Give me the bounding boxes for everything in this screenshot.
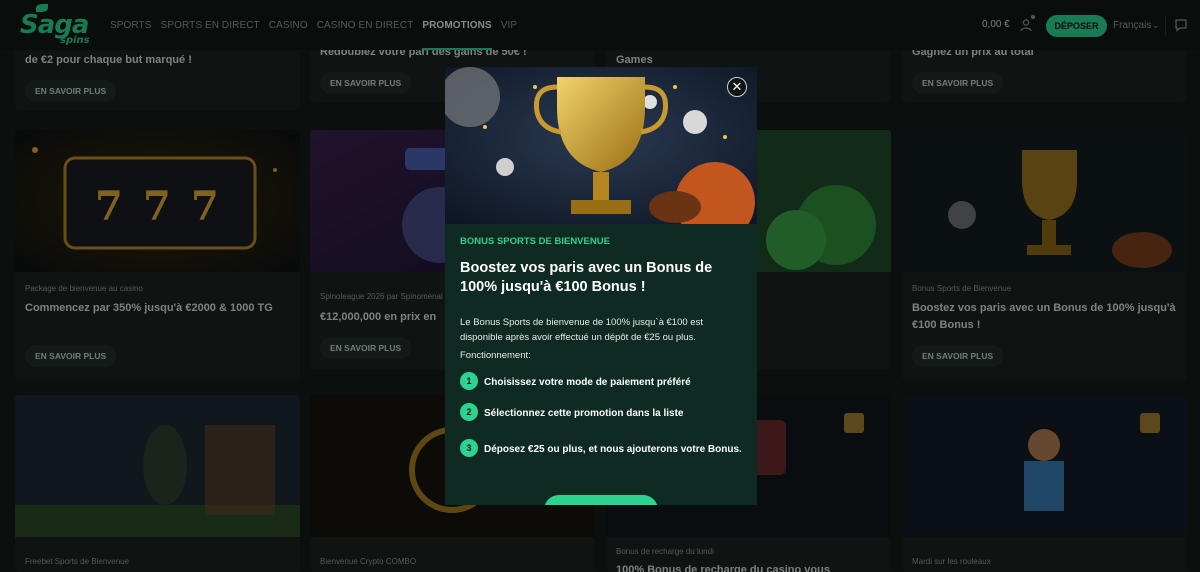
step-number: 3 <box>460 439 478 457</box>
step-item: 2 Sélectionnez cette promotion dans la l… <box>460 403 745 423</box>
step-item: 3 Déposez €25 ou plus, et nous ajouteron… <box>460 439 745 471</box>
modal-category: BONUS SPORTS DE BIENVENUE <box>460 236 610 247</box>
modal-description: Le Bonus Sports de bienvenue de 100% jus… <box>460 317 703 343</box>
step-item: 1 Choisissez votre mode de paiement préf… <box>460 372 745 392</box>
modal-title: Boostez vos paris avec un Bonus de 100% … <box>460 260 713 295</box>
step-text: Choisissez votre mode de paiement préfér… <box>484 377 691 388</box>
step-number: 1 <box>460 372 478 390</box>
close-icon: ✕ <box>731 79 743 95</box>
promotion-modal: ✕ BONUS SPORTS DE BIENVENUE Boostez vos … <box>445 67 757 505</box>
step-text: Déposez €25 ou plus, et nous ajouterons … <box>484 444 742 455</box>
step-text: Sélectionnez cette promotion dans la lis… <box>484 408 684 419</box>
step-number: 2 <box>460 403 478 421</box>
trophy-sports-image <box>445 67 757 224</box>
how-it-works-label: Fonctionnement: <box>460 350 531 361</box>
close-modal-button[interactable]: ✕ <box>727 77 747 97</box>
claim-bonus-button[interactable] <box>544 495 658 505</box>
